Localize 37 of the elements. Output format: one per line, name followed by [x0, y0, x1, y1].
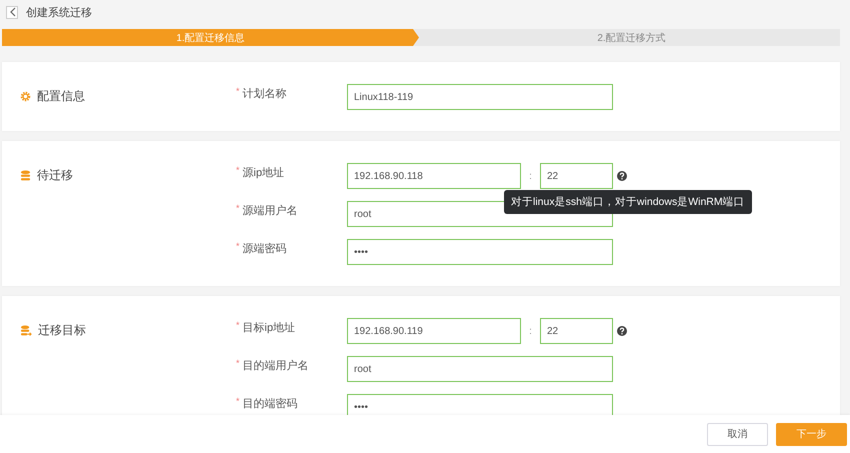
ip-field[interactable]: 192.168.90.119 — [347, 318, 521, 344]
help-icon[interactable] — [617, 326, 627, 336]
required-mark: * — [236, 203, 240, 213]
field-label: 源端密码 — [242, 242, 287, 256]
field-label: 源ip地址 — [242, 166, 284, 180]
required-mark: * — [236, 396, 240, 406]
help-icon[interactable] — [617, 171, 627, 181]
field-label: 目的端密码 — [242, 396, 298, 411]
section-title: 迁移目标 — [38, 322, 86, 339]
separator-colon: : — [528, 326, 533, 336]
input-field[interactable]: root — [347, 356, 613, 382]
database-icon — [20, 170, 31, 181]
input-field[interactable]: Linux118-119 — [347, 84, 613, 110]
required-mark: * — [236, 165, 240, 175]
database-icon — [20, 325, 32, 336]
gear-icon — [20, 91, 31, 102]
required-mark: * — [236, 320, 240, 330]
ip-field[interactable]: 192.168.90.118 — [347, 163, 521, 189]
port-field[interactable]: 22 — [540, 318, 613, 344]
chevron-left-icon — [8, 7, 16, 17]
required-mark: * — [236, 86, 240, 96]
port-field[interactable]: 22 — [540, 163, 613, 189]
required-mark: * — [236, 241, 240, 251]
input-field[interactable]: •••• — [347, 239, 613, 265]
section-title: 待迁移 — [37, 167, 73, 184]
required-mark: * — [236, 358, 240, 368]
field-label: 计划名称 — [242, 87, 287, 101]
page-title: 创建系统迁移 — [26, 6, 92, 20]
field-label: 源端用户名 — [242, 204, 298, 218]
field-label: 目标ip地址 — [242, 321, 296, 335]
input-field[interactable]: •••• — [347, 394, 613, 415]
section-title: 配置信息 — [37, 88, 85, 105]
field-label: 目的端用户名 — [242, 358, 309, 373]
separator-colon: : — [528, 170, 533, 182]
back-button[interactable] — [6, 6, 18, 18]
cancel-button[interactable]: 取消 — [707, 422, 768, 446]
tooltip: 对于linux是ssh端口，对于windows是WinRM端口 — [504, 190, 752, 214]
